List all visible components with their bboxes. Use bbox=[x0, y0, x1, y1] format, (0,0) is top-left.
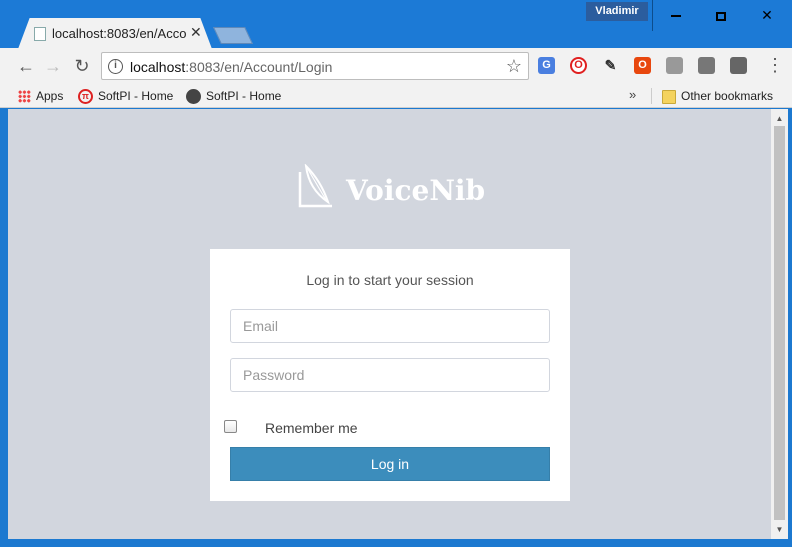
forward-arrow-icon[interactable]: → bbox=[41, 54, 65, 78]
bookmark-star-icon[interactable]: ☆ bbox=[506, 56, 522, 77]
bookmark-apps-label: Apps bbox=[36, 89, 64, 103]
lightbulb-extension-icon[interactable] bbox=[730, 57, 747, 74]
url-text[interactable]: localhost:8083/en/Account/Login bbox=[130, 59, 332, 75]
tab-close-icon[interactable]: ✕ bbox=[190, 24, 202, 41]
password-input[interactable] bbox=[230, 358, 550, 392]
eyedropper-extension-icon[interactable]: ✎ bbox=[602, 57, 619, 74]
extension-icon[interactable] bbox=[698, 57, 715, 74]
login-card: Log in to start your session Remember me… bbox=[210, 249, 570, 501]
minimize-button[interactable] bbox=[652, 0, 698, 31]
close-icon: ✕ bbox=[761, 7, 773, 23]
reload-icon[interactable]: ↻ bbox=[70, 54, 94, 78]
bookmarks-divider bbox=[651, 88, 652, 104]
login-message: Log in to start your session bbox=[306, 272, 474, 288]
folder-icon bbox=[662, 89, 676, 104]
bookmarks-bar: Apps π SoftPI - Home SoftPI - Home » Othe… bbox=[0, 84, 792, 108]
cast-extension-icon[interactable] bbox=[666, 57, 683, 74]
email-input[interactable] bbox=[230, 309, 550, 343]
login-button[interactable]: Log in bbox=[230, 447, 550, 481]
page-favicon-icon bbox=[34, 27, 46, 41]
scroll-down-arrow-icon[interactable]: ▼ bbox=[771, 522, 788, 537]
scrollbar-thumb[interactable] bbox=[774, 126, 785, 520]
bookmark-apps[interactable]: Apps bbox=[18, 87, 63, 105]
bookmark-softpi-2[interactable]: SoftPI - Home bbox=[186, 87, 281, 105]
brand-name: VoiceNib bbox=[346, 174, 486, 207]
bookmark-softpi-1-label: SoftPI - Home bbox=[98, 89, 174, 103]
office-extension-icon[interactable]: O bbox=[634, 57, 651, 74]
more-menu-icon[interactable]: ⋮ bbox=[766, 56, 784, 74]
close-window-button[interactable]: ✕ bbox=[744, 0, 790, 31]
profile-badge[interactable]: Vladimir bbox=[586, 2, 648, 21]
site-info-icon[interactable]: i bbox=[108, 59, 123, 74]
back-arrow-icon[interactable]: ← bbox=[14, 54, 38, 78]
url-path: :8083/en/Account/Login bbox=[185, 59, 333, 75]
softpi-icon bbox=[186, 89, 201, 105]
scroll-up-arrow-icon[interactable]: ▲ bbox=[771, 111, 788, 126]
browser-tab-active[interactable]: localhost:8083/en/Account/Login ✕ bbox=[18, 18, 212, 49]
tab-title: localhost:8083/en/Account/Login bbox=[52, 26, 186, 41]
opera-extension-icon[interactable]: O bbox=[570, 57, 587, 74]
window-bottom-border bbox=[0, 539, 792, 547]
remember-me-label[interactable]: Remember me bbox=[265, 420, 358, 436]
bookmark-softpi-2-label: SoftPI - Home bbox=[206, 89, 282, 103]
apps-grid-icon bbox=[18, 90, 31, 104]
maximize-icon bbox=[716, 11, 726, 21]
bookmark-softpi-1[interactable]: π SoftPI - Home bbox=[78, 87, 173, 105]
translate-extension-icon[interactable]: G bbox=[538, 57, 555, 74]
bookmarks-overflow-icon[interactable]: » bbox=[629, 87, 636, 102]
page-scrollbar[interactable]: ▲ ▼ bbox=[771, 109, 788, 539]
minimize-icon bbox=[670, 15, 681, 18]
page-viewport: VoiceNib Log in to start your session Re… bbox=[8, 109, 771, 539]
quill-logo-icon bbox=[298, 164, 332, 208]
browser-toolbar: ← → ↻ i localhost:8083/en/Account/Login … bbox=[0, 48, 792, 84]
bookmark-other-label: Other bookmarks bbox=[681, 89, 774, 103]
url-host: localhost bbox=[130, 59, 186, 75]
remember-me-checkbox[interactable] bbox=[224, 420, 237, 433]
maximize-button[interactable] bbox=[698, 0, 744, 31]
pi-icon: π bbox=[78, 89, 93, 105]
bookmark-other[interactable]: Other bookmarks bbox=[662, 87, 773, 105]
address-bar[interactable]: i localhost:8083/en/Account/Login ☆ bbox=[101, 52, 529, 80]
